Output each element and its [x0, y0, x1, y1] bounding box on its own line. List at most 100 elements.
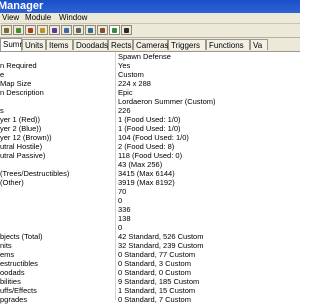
- table-row[interactable]: ems 0 Standard, 77 Custom: [0, 251, 300, 259]
- column-divider[interactable]: [115, 52, 116, 300]
- table-row[interactable]: 70: [0, 188, 300, 196]
- row-label: n Description: [0, 89, 44, 97]
- tab-label: Items: [49, 41, 69, 50]
- row-value: 118 (Food Used: 0): [118, 151, 183, 160]
- row-value: 0: [118, 196, 123, 205]
- object-manager-icon[interactable]: [109, 25, 120, 35]
- row-label: ems: [0, 251, 15, 259]
- row-value: 3919 (Max 8192): [118, 178, 175, 187]
- table-row[interactable]: yer 12 (Brown)) 104 (Food Used: 1/0): [0, 134, 300, 142]
- table-row[interactable]: (Other) 3919 (Max 8192): [0, 179, 300, 187]
- table-row[interactable]: pgrades 0 Standard, 7 Custom: [0, 296, 300, 304]
- window-title: Manager: [0, 0, 44, 12]
- table-row[interactable]: yer 1 (Red)) 1 (Food Used: 1/0): [0, 116, 300, 124]
- tab-label: Triggers: [171, 41, 201, 50]
- trigger-icon[interactable]: [37, 25, 48, 35]
- table-row[interactable]: estructibles 0 Standard, 3 Custom: [0, 260, 300, 268]
- tab-items[interactable]: Items: [46, 39, 73, 50]
- tab-units[interactable]: Units: [22, 39, 46, 50]
- row-label: yer 1 (Red)): [0, 116, 41, 124]
- row-label: pgrades: [0, 296, 28, 304]
- row-label: estructibles: [0, 260, 38, 268]
- tab-doodads[interactable]: Doodads: [73, 39, 108, 50]
- table-row[interactable]: Spawn Defense: [0, 53, 300, 61]
- menu-bar: View Module Window: [0, 13, 300, 24]
- tab-triggers[interactable]: Triggers: [168, 39, 206, 50]
- table-row[interactable]: 138: [0, 215, 300, 223]
- row-value: 336: [118, 205, 131, 214]
- table-row[interactable]: utral Passive) 118 (Food Used: 0): [0, 152, 300, 160]
- row-value: 0: [118, 223, 123, 232]
- row-value: 104 (Food Used: 1/0): [118, 133, 189, 142]
- pencil-icon[interactable]: [1, 25, 12, 35]
- row-label: (Trees/Destructibles): [0, 170, 70, 178]
- tab-cameras[interactable]: Cameras: [133, 39, 168, 50]
- row-value: 42 Standard, 526 Custom: [118, 232, 204, 241]
- row-value: 0 Standard, 3 Custom: [118, 259, 191, 268]
- row-value: 0 Standard, 7 Custom: [118, 295, 191, 304]
- menu-module[interactable]: Module: [25, 13, 51, 23]
- summary-grid: Spawn Defense n Required Yes e Custom Map …: [0, 52, 300, 304]
- ai-icon[interactable]: [61, 25, 72, 35]
- row-value: 224 x 288: [118, 79, 151, 88]
- tab-variables[interactable]: Va: [250, 39, 268, 50]
- table-row[interactable]: bjects (Total) 42 Standard, 526 Custom: [0, 233, 300, 241]
- row-value: 43 (Max 256): [118, 160, 163, 169]
- row-value: Spawn Defense: [118, 52, 171, 61]
- table-row[interactable]: (Trees/Destructibles) 3415 (Max 6144): [0, 170, 300, 178]
- table-row[interactable]: oodads 0 Standard, 0 Custom: [0, 269, 300, 277]
- table-row[interactable]: e Custom: [0, 71, 300, 79]
- tab-rects[interactable]: Rects: [108, 39, 133, 50]
- row-label: utral Hostile): [0, 143, 43, 151]
- table-row[interactable]: nits 32 Standard, 239 Custom: [0, 242, 300, 250]
- table-row[interactable]: s 226: [0, 107, 300, 115]
- row-value: 1 (Food Used: 1/0): [118, 115, 181, 124]
- row-label: (Other): [0, 179, 24, 187]
- row-value: 0 Standard, 0 Custom: [118, 268, 191, 277]
- menu-window[interactable]: Window: [59, 13, 87, 23]
- row-value: 9 Standard, 185 Custom: [118, 277, 200, 286]
- row-label: Map Size: [0, 80, 32, 88]
- row-label: s: [0, 107, 4, 115]
- table-row[interactable]: Lordaeron Summer (Custom): [0, 98, 300, 106]
- table-row[interactable]: n Required Yes: [0, 62, 300, 70]
- tab-label: Units: [25, 41, 44, 50]
- row-value: Epic: [118, 88, 133, 97]
- row-value: Lordaeron Summer (Custom): [118, 97, 216, 106]
- table-row[interactable]: utral Hostile) 2 (Food Used: 8): [0, 143, 300, 151]
- object-icon[interactable]: [73, 25, 84, 35]
- row-value: 226: [118, 106, 131, 115]
- row-label: bjects (Total): [0, 233, 43, 241]
- row-value: 32 Standard, 239 Custom: [118, 241, 204, 250]
- row-value: 3415 (Max 6144): [118, 169, 175, 178]
- row-value: 1 (Food Used: 1/0): [118, 124, 181, 133]
- table-row[interactable]: 43 (Max 256): [0, 161, 300, 169]
- menu-view[interactable]: View: [2, 13, 19, 23]
- campaign-icon[interactable]: [85, 25, 96, 35]
- table-row[interactable]: uffs/Effects 1 Standard, 15 Custom: [0, 287, 300, 295]
- row-value: 70: [118, 187, 127, 196]
- unit-icon[interactable]: [25, 25, 36, 35]
- tab-functions[interactable]: Functions: [206, 39, 250, 50]
- row-value: Yes: [118, 61, 131, 70]
- table-row[interactable]: 336: [0, 206, 300, 214]
- row-label: yer 12 (Brown)): [0, 134, 52, 142]
- terrain-icon[interactable]: [13, 25, 24, 35]
- sound-icon[interactable]: [49, 25, 60, 35]
- table-row[interactable]: Map Size 224 x 288: [0, 80, 300, 88]
- tab-label: Cameras: [136, 41, 169, 50]
- table-row[interactable]: n Description Epic: [0, 89, 300, 97]
- tab-label: Va: [253, 41, 263, 50]
- row-label: oodads: [0, 269, 25, 277]
- table-row[interactable]: 0: [0, 224, 300, 232]
- test-map-icon[interactable]: [121, 25, 132, 35]
- table-row[interactable]: bilities 9 Standard, 185 Custom: [0, 278, 300, 286]
- row-label: yer 2 (Blue)): [0, 125, 42, 133]
- table-row[interactable]: yer 2 (Blue)) 1 (Food Used: 1/0): [0, 125, 300, 133]
- row-label: n Required: [0, 62, 37, 70]
- tab-summary[interactable]: Summary: [0, 38, 37, 51]
- table-row[interactable]: 0: [0, 197, 300, 205]
- row-value: 138: [118, 214, 131, 223]
- row-label: nits: [0, 242, 12, 250]
- import-icon[interactable]: [97, 25, 108, 35]
